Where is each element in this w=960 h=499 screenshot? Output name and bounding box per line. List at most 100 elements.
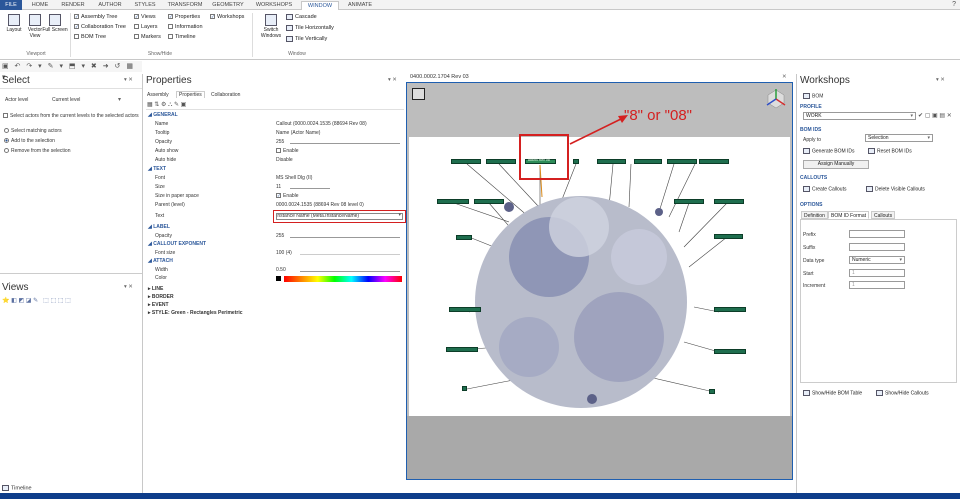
tab-render[interactable]: RENDER: [58, 1, 88, 10]
color-picker-bar[interactable]: [284, 276, 402, 282]
increment-input[interactable]: 1: [849, 281, 905, 289]
quick-access-toolbar[interactable]: ▣ ↶ ↷ ▾ ✎ ▾ ⬒ ▾ ✖ ➜ ↺ ▦ ▾: [0, 61, 142, 81]
tab-bom-id-format[interactable]: BOM ID Format: [828, 211, 870, 219]
section-attach[interactable]: ◢ ATTACH: [148, 258, 173, 264]
prop-row-tooltip[interactable]: Tooltip Name (Actor Name): [146, 129, 404, 137]
tab-workshops[interactable]: WORKSHOPS: [252, 1, 296, 10]
properties-toolbar[interactable]: ▦ ⇅ ⚙ ⛬ ✎ ▣: [147, 101, 186, 109]
size-slider[interactable]: [290, 188, 330, 189]
label-opacity-slider[interactable]: [290, 237, 400, 238]
check-views[interactable]: ✓ Views: [134, 13, 156, 22]
callout-tag[interactable]: [474, 199, 504, 204]
width-slider[interactable]: [300, 271, 400, 272]
reset-bom-ids-button[interactable]: Reset BOM IDs: [868, 148, 912, 154]
show-hide-callouts-button[interactable]: Show/Hide Callouts: [876, 390, 929, 396]
start-input[interactable]: 1: [849, 269, 905, 277]
profile-toolbar[interactable]: ✔ ▢ ▣ ▤ ✕: [918, 112, 952, 119]
font-size-slider[interactable]: [300, 254, 400, 255]
prop-row-parent[interactable]: Parent (level) 0000.0024.1535 (88694 Rev …: [146, 201, 404, 209]
tab-collaboration[interactable]: Collaboration: [211, 92, 240, 98]
check-collaboration-tree[interactable]: ✓ Collaboration Tree: [74, 23, 126, 32]
callout-tag[interactable]: [486, 159, 516, 164]
tile-horizontally-button[interactable]: Tile Horizontally: [286, 24, 334, 33]
pin-icon[interactable]: ▾ ✕: [124, 77, 133, 83]
tab-file[interactable]: FILE: [0, 0, 22, 10]
callout-tag[interactable]: [674, 199, 704, 204]
tab-assembly[interactable]: Assembly: [147, 92, 169, 98]
callout-tag[interactable]: [446, 347, 478, 352]
views-toolbar[interactable]: ⭐ ◧ ◩ ◪ ✎ ⬚ ⬚ ⬚ ⬚: [2, 297, 71, 304]
tab-styles[interactable]: STYLES: [131, 1, 159, 10]
panel-splitter[interactable]: [142, 74, 143, 493]
radio-add-to-selection[interactable]: Add to the selection: [4, 138, 55, 144]
prop-row-font-size[interactable]: Font size 100 (4): [146, 249, 404, 257]
assign-manually-button[interactable]: Assign Manually: [803, 160, 869, 169]
callout-tag[interactable]: [573, 159, 579, 164]
profile-select[interactable]: WORK: [803, 112, 916, 120]
switch-windows-button[interactable]: Switch Windows: [256, 14, 286, 39]
apply-to-select[interactable]: Selection: [865, 134, 933, 142]
radio-remove-from-selection[interactable]: Remove from the selection: [4, 148, 70, 154]
panel-splitter[interactable]: [796, 74, 797, 493]
section-text[interactable]: ◢ TEXT: [148, 166, 166, 172]
tile-vertically-button[interactable]: Tile Vertically: [286, 35, 327, 44]
check-bom-tree[interactable]: BOM Tree: [74, 33, 106, 42]
callout-tag[interactable]: [597, 159, 626, 164]
tab-definition[interactable]: Definition: [801, 211, 828, 219]
section-event[interactable]: ▸ EVENT: [148, 302, 169, 308]
prop-row-paper-space[interactable]: Size in paper space ✓ Enable: [146, 192, 404, 200]
delete-callouts-button[interactable]: Delete Visible Callouts: [866, 186, 925, 192]
section-line[interactable]: ▸ LINE: [148, 286, 163, 292]
section-callout-exponent[interactable]: ◢ CALLOUT EXPONENT: [148, 241, 206, 247]
prop-row-opacity[interactable]: Opacity 255: [146, 138, 404, 146]
prop-row-font[interactable]: Font MS Shell Dlg (II): [146, 174, 404, 182]
callout-tag[interactable]: [714, 234, 743, 239]
filmstrip-icon[interactable]: [412, 88, 425, 100]
callout-tag[interactable]: [699, 159, 729, 164]
data-type-select[interactable]: Numeric: [849, 256, 905, 264]
prefix-input[interactable]: [849, 230, 905, 238]
section-label[interactable]: ◢ LABEL: [148, 224, 170, 230]
check-information[interactable]: Information: [168, 23, 203, 32]
document-tab[interactable]: 0400.0002.1704 Rev 03: [410, 74, 469, 80]
full-screen-button[interactable]: Full Screen: [42, 14, 68, 33]
tab-home[interactable]: HOME: [28, 1, 52, 10]
check-layers[interactable]: Layers: [134, 23, 158, 32]
callout-tag[interactable]: [714, 199, 744, 204]
callout-tag[interactable]: [437, 199, 469, 204]
tab-properties[interactable]: Properties: [176, 91, 205, 98]
check-assembly-tree[interactable]: ✓ Assembly Tree: [74, 13, 117, 22]
radio-select-matching[interactable]: Select matching actors: [4, 128, 62, 134]
close-icon[interactable]: ✕: [782, 74, 787, 80]
opacity-slider[interactable]: [290, 143, 400, 144]
check-timeline[interactable]: Timeline: [168, 33, 196, 42]
create-callouts-button[interactable]: Create Callouts: [803, 186, 846, 192]
callout-tag[interactable]: [462, 386, 467, 391]
callout-tag[interactable]: [634, 159, 662, 164]
tab-author[interactable]: AUTHOR: [94, 1, 126, 10]
callout-tag[interactable]: [714, 307, 746, 312]
prop-row-label-opacity[interactable]: Opacity 255: [146, 232, 404, 240]
prop-row-autoshow[interactable]: Auto show Enable: [146, 147, 404, 155]
text-value-combo[interactable]: ▾: [276, 212, 403, 220]
pin-icon[interactable]: ▾ ✕: [388, 77, 397, 83]
pin-icon[interactable]: ▾ ✕: [936, 77, 945, 83]
prop-row-size[interactable]: Size 11: [146, 183, 404, 191]
check-workshops[interactable]: ✓ Workshops: [210, 13, 244, 22]
section-general[interactable]: ◢ GENERAL: [148, 112, 178, 118]
callout-tag[interactable]: [667, 159, 697, 164]
navigation-cube-icon[interactable]: [764, 88, 788, 112]
cascade-button[interactable]: Cascade: [286, 13, 317, 22]
timeline-tab[interactable]: Timeline: [2, 485, 32, 491]
pin-icon[interactable]: ▾ ✕: [124, 284, 133, 290]
chevron-down-icon[interactable]: ▾: [118, 96, 121, 103]
check-markers[interactable]: Markers: [134, 33, 161, 42]
callout-tag[interactable]: [449, 307, 481, 312]
color-swatch[interactable]: [276, 276, 281, 281]
prop-row-autohide[interactable]: Auto hide Disable: [146, 156, 404, 164]
actor-level-select[interactable]: Current level: [52, 97, 80, 103]
callout-tag[interactable]: [709, 389, 715, 394]
help-icon[interactable]: ?: [952, 1, 956, 8]
prop-row-name[interactable]: Name Callout (0000.0024.1535 (88694 Rev 0…: [146, 120, 404, 128]
callout-tag[interactable]: [714, 349, 746, 354]
